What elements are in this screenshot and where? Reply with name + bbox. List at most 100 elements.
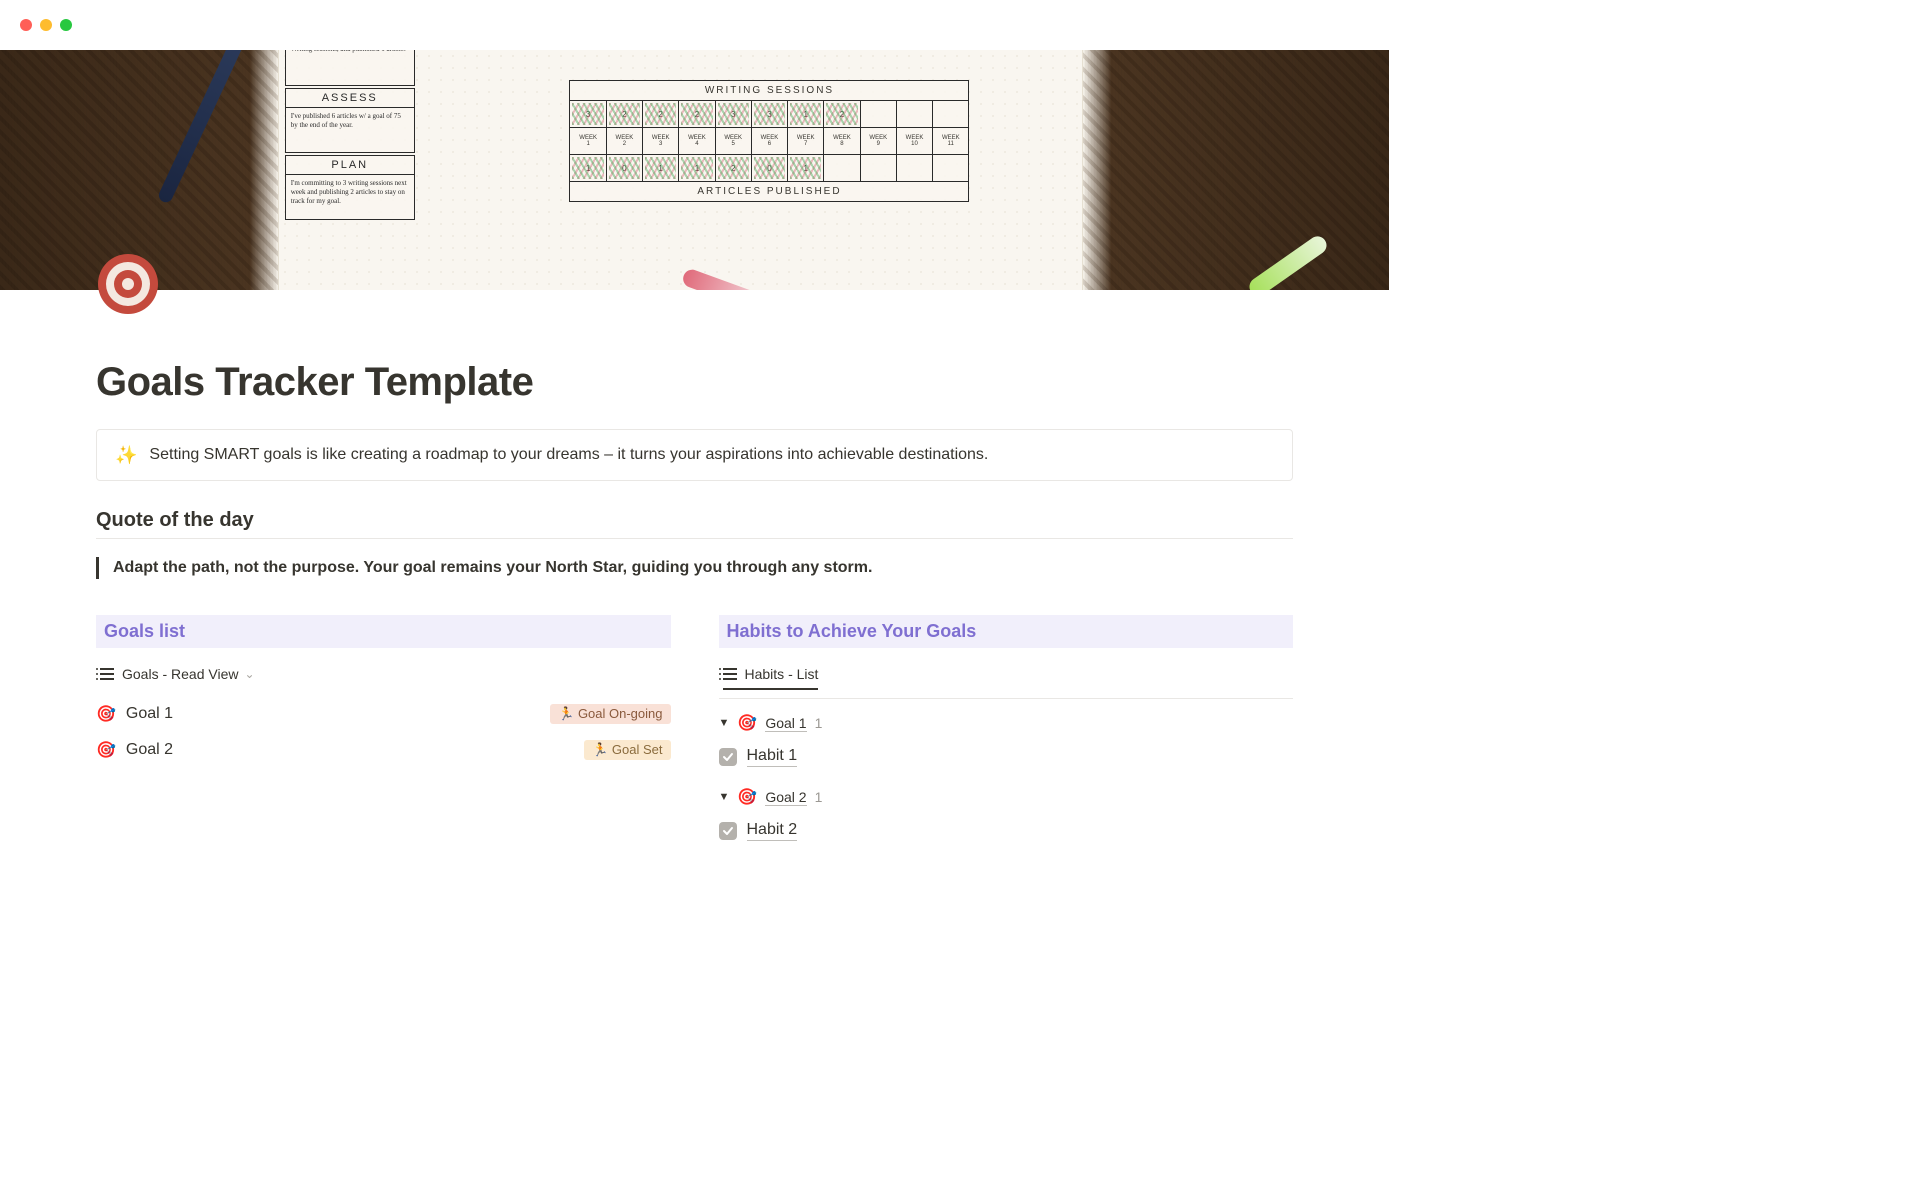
chevron-down-icon: ⌄ [244,667,254,681]
cover-grid-cell [824,155,860,181]
goals-column: Goals list Goals - Read View ⌄ 🎯 Goal 1 🏃 … [96,615,671,847]
habits-list: ▼ 🎯 Goal 1 1 Habit 1 ▼ 🎯 Goal 2 1 Habit 2 [719,699,1294,847]
habit-row[interactable]: Habit 2 [719,815,1294,847]
cover-grid-title: WRITING SESSIONS [570,81,968,101]
goal-row[interactable]: 🎯 Goal 2 🏃 Goal Set [96,732,671,768]
page-title[interactable]: Goals Tracker Template [96,360,1293,405]
cover-journal-left: Writing sessions, and published 1 articl… [285,50,415,222]
cover-grid-cell: 1 [643,155,679,181]
cover-week-cell: WEEK3 [643,128,679,154]
list-icon [100,666,116,682]
quote-heading[interactable]: Quote of the day [96,509,1293,532]
cover-week-cell: WEEK5 [716,128,752,154]
habit-checkbox[interactable] [719,822,737,840]
cover-grid-cell: 3 [570,101,606,127]
quote-text: Adapt the path, not the purpose. Your go… [113,559,872,576]
callout-text: Setting SMART goals is like creating a r… [149,446,988,464]
cover-grid-cell: 1 [788,155,824,181]
goal-name[interactable]: Goal 2 [126,741,173,759]
habit-name[interactable]: Habit 1 [747,747,798,767]
habit-group-count: 1 [815,789,823,805]
cover-grid-cell: 3 [716,101,752,127]
habit-group-label[interactable]: Goal 2 [765,789,806,806]
check-icon [722,751,734,763]
cover-marker-green [1246,233,1330,290]
habits-column: Habits to Achieve Your Goals Habits - Li… [719,615,1294,847]
goals-view-tabs: Goals - Read View ⌄ [96,658,671,696]
goals-view-label: Goals - Read View [122,666,238,682]
cover-box-body: Writing sessions, and published 1 articl… [286,50,414,85]
divider [96,538,1293,539]
cover-grid-cell [861,101,897,127]
minimize-window-button[interactable] [40,19,52,31]
habits-db-title[interactable]: Habits to Achieve Your Goals [719,615,1294,648]
cover-box-body: I've published 6 articles w/ a goal of 7… [286,108,414,152]
cover-grid-cell [897,101,933,127]
cover-week-cell: WEEK6 [752,128,788,154]
habit-group-label[interactable]: Goal 1 [765,715,806,732]
cover-grid-cell: 2 [824,101,860,127]
cover-grid-cell: 1 [570,155,606,181]
page-content: Goals Tracker Template ✨ Setting SMART g… [0,290,1389,847]
window-controls [0,0,1389,50]
cover-journal-grid: WRITING SESSIONS 32223312 WEEK1WEEK2WEEK… [569,80,969,202]
cover-pen [157,50,246,205]
goal-name[interactable]: Goal 1 [126,705,173,723]
goals-view-selector[interactable]: Goals - Read View ⌄ [100,666,255,688]
check-icon [722,825,734,837]
cover-week-cell: WEEK1 [570,128,606,154]
cover-week-cell: WEEK8 [824,128,860,154]
habit-row[interactable]: Habit 1 [719,741,1294,773]
cover-grid-cell: 2 [607,101,643,127]
goal-status-tag: 🏃 Goal On-going [550,704,670,724]
target-icon [96,252,160,316]
habits-view-tab[interactable]: Habits - List [723,666,819,690]
target-icon: 🎯 [96,740,116,760]
cover-week-cell: WEEK4 [679,128,715,154]
cover-grid-cell: 0 [752,155,788,181]
goals-db-title[interactable]: Goals list [96,615,671,648]
cover-grid-cell [897,155,933,181]
cover-week-cell: WEEK9 [861,128,897,154]
habit-group-count: 1 [815,715,823,731]
habit-name[interactable]: Habit 2 [747,821,798,841]
cover-grid-cell: 2 [643,101,679,127]
cover-box-title: ASSESS [286,89,414,108]
toggle-triangle-icon[interactable]: ▼ [719,717,730,729]
close-window-button[interactable] [20,19,32,31]
habits-view-label: Habits - List [745,666,819,682]
target-icon: 🎯 [737,713,757,733]
page-icon[interactable] [96,252,160,316]
cover-grid-cell [861,155,897,181]
goal-row[interactable]: 🎯Goal 1🏃 Goal On-going [96,696,671,732]
callout-block[interactable]: ✨ Setting SMART goals is like creating a… [96,429,1293,481]
cover-grid-cell: 2 [679,101,715,127]
cover-grid-cell: 1 [788,101,824,127]
cover-grid-cell: 0 [607,155,643,181]
cover-grid-cell [933,155,968,181]
maximize-window-button[interactable] [60,19,72,31]
page-cover[interactable]: Writing sessions, and published 1 articl… [0,50,1389,290]
toggle-triangle-icon[interactable]: ▼ [719,791,730,803]
habit-group-header[interactable]: ▼ 🎯 Goal 2 1 [719,773,1294,815]
cover-grid-footer: ARTICLES PUBLISHED [570,181,968,201]
quote-block[interactable]: Adapt the path, not the purpose. Your go… [96,557,1293,579]
cover-grid-cell: 1 [679,155,715,181]
goals-list: 🎯 Goal 1 🏃 Goal On-going 🎯 Goal 2 🏃 Goal Set [96,696,671,768]
goal-status-tag: 🏃 Goal Set [584,740,670,760]
list-icon [723,666,739,682]
target-icon: 🎯 [737,787,757,807]
cover-week-cell: WEEK10 [897,128,933,154]
cover-week-cell: WEEK11 [933,128,968,154]
sparkles-icon: ✨ [115,446,137,464]
cover-week-cell: WEEK2 [607,128,643,154]
cover-grid-cell [933,101,968,127]
cover-grid-cell: 2 [716,155,752,181]
cover-box-title: PLAN [286,156,414,175]
cover-grid-cell: 3 [752,101,788,127]
habit-checkbox[interactable] [719,748,737,766]
habits-view-tabs: Habits - List [719,658,1294,699]
two-column-layout: Goals list Goals - Read View ⌄ 🎯 Goal 1 🏃 … [96,615,1293,847]
cover-box-body: I'm committing to 3 writing sessions nex… [286,175,414,219]
habit-group-header[interactable]: ▼ 🎯 Goal 1 1 [719,699,1294,741]
